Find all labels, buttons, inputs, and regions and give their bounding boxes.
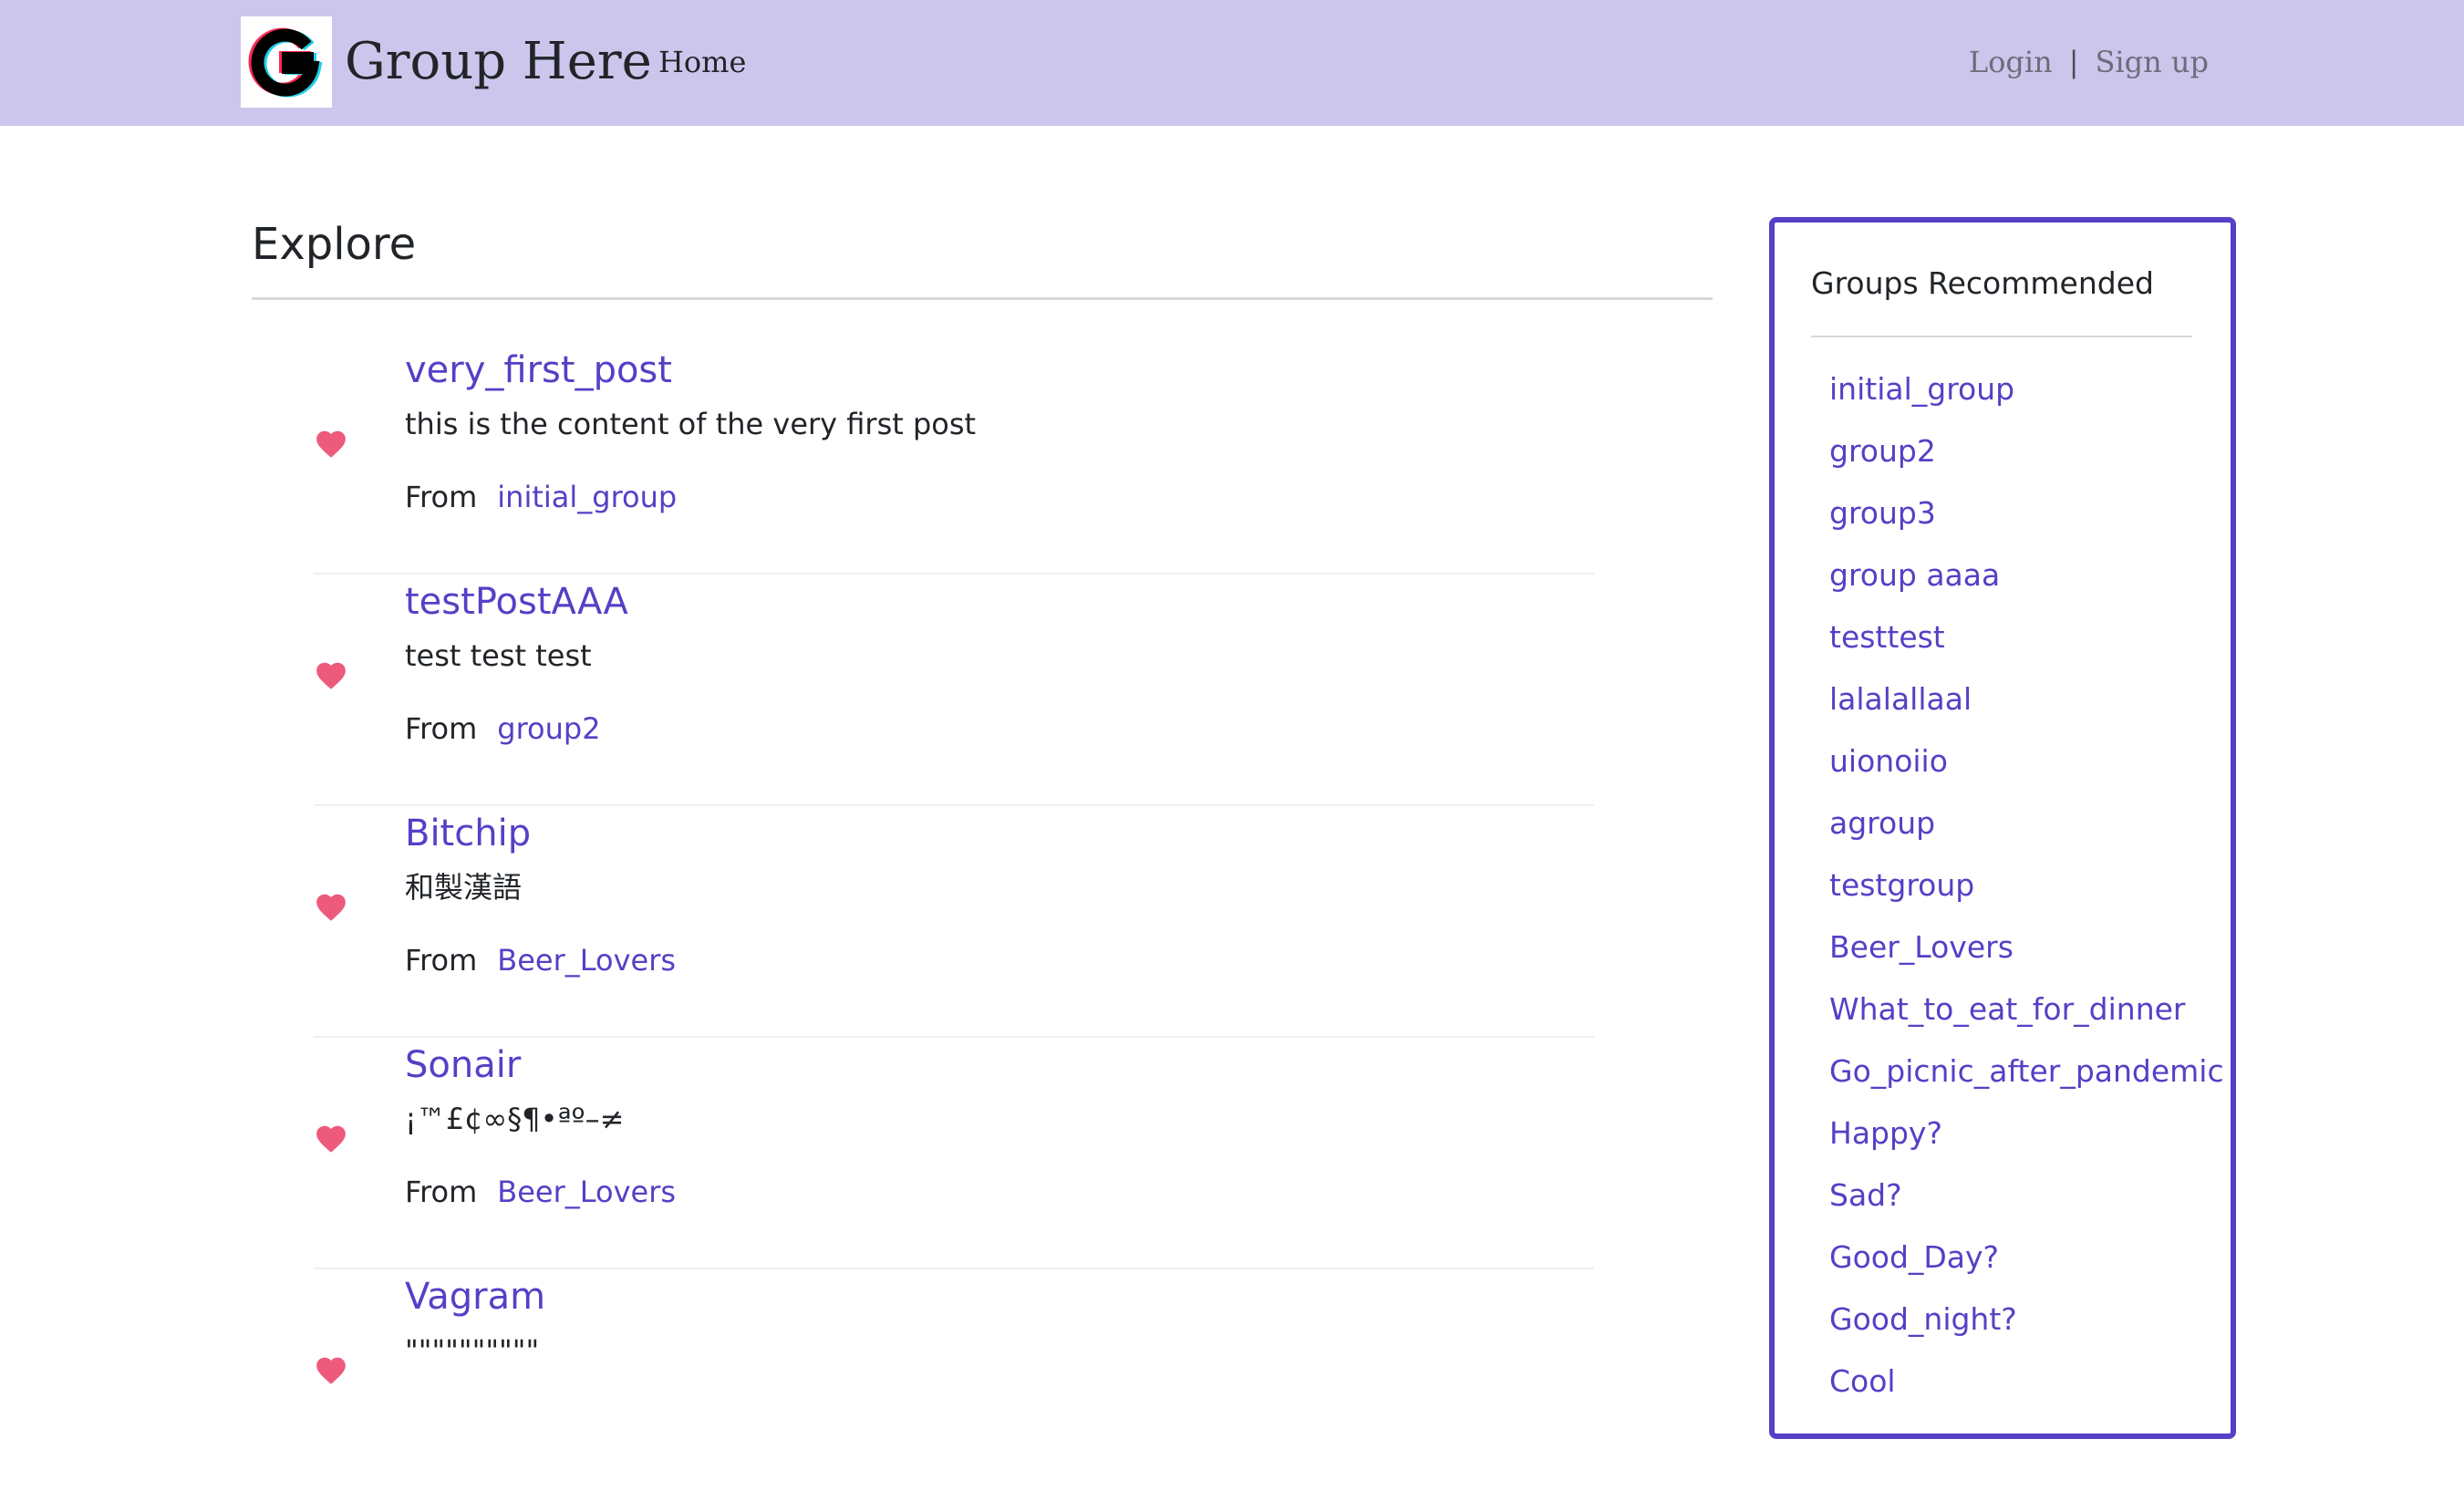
- group-link[interactable]: Happy?: [1829, 1115, 1942, 1151]
- post-content: test test test: [405, 638, 592, 673]
- post-content: ¡™£¢∞§¶•ªº–≠: [405, 1102, 625, 1136]
- auth-separator: |: [2068, 45, 2079, 79]
- post-item: very_first_post this is the content of t…: [314, 343, 1594, 575]
- sidebar-divider: [1811, 336, 2192, 337]
- group-link[interactable]: What_to_eat_for_dinner: [1829, 991, 2186, 1027]
- post-group-link[interactable]: Beer_Lovers: [497, 1175, 676, 1209]
- list-item: initial_group: [1829, 368, 2224, 430]
- list-item: Good_night?: [1829, 1299, 2224, 1361]
- group-link[interactable]: testtest: [1829, 619, 1945, 655]
- list-item: lalalallaal: [1829, 678, 2224, 740]
- post-item: Vagram """""""""": [314, 1269, 1594, 1501]
- group-link[interactable]: Cool: [1829, 1363, 1896, 1399]
- top-navbar: Group Here Home Login | Sign up: [0, 0, 2464, 126]
- list-item: testgroup: [1829, 864, 2224, 926]
- post-group-link[interactable]: group2: [497, 711, 600, 746]
- list-item: Sad?: [1829, 1175, 2224, 1237]
- groups-recommended-panel: Groups Recommended initial_group group2 …: [1769, 217, 2236, 1439]
- group-link[interactable]: lalalallaal: [1829, 681, 1972, 717]
- login-link[interactable]: Login: [1969, 42, 2053, 82]
- list-item: Cool: [1829, 1361, 2224, 1423]
- heart-icon[interactable]: [314, 658, 348, 693]
- page-title: Explore: [252, 219, 417, 270]
- group-link[interactable]: Go_picnic_after_pandemic: [1829, 1053, 2224, 1089]
- from-label: From: [405, 943, 478, 978]
- post-source: From group2: [405, 708, 601, 750]
- title-divider: [252, 297, 1713, 300]
- list-item: agroup: [1829, 802, 2224, 864]
- list-item: uionoiio: [1829, 740, 2224, 802]
- post-content: this is the content of the very first po…: [405, 407, 977, 441]
- post-item: Sonair ¡™£¢∞§¶•ªº–≠ From Beer_Lovers: [314, 1038, 1594, 1269]
- group-link[interactable]: group aaaa: [1829, 557, 2000, 593]
- from-label: From: [405, 1175, 478, 1209]
- post-content: """""""""": [405, 1333, 540, 1368]
- list-item: Beer_Lovers: [1829, 926, 2224, 989]
- post-item: testPostAAA test test test From group2: [314, 575, 1594, 806]
- recommended-group-list: initial_group group2 group3 group aaaa t…: [1829, 368, 2224, 1423]
- list-item: group2: [1829, 430, 2224, 492]
- post-title-link[interactable]: very_first_post: [405, 343, 672, 398]
- list-item: group aaaa: [1829, 554, 2224, 616]
- post-title-link[interactable]: Vagram: [405, 1269, 545, 1324]
- brand-name[interactable]: Group Here: [345, 27, 652, 97]
- post-source: From initial_group: [405, 476, 677, 518]
- heart-icon[interactable]: [314, 890, 348, 925]
- from-label: From: [405, 480, 478, 514]
- list-item: What_to_eat_for_dinner: [1829, 989, 2224, 1051]
- post-group-link[interactable]: initial_group: [497, 480, 677, 514]
- group-link[interactable]: Good_Day?: [1829, 1239, 1999, 1275]
- g-letter-logo-icon[interactable]: [241, 16, 332, 108]
- group-link[interactable]: agroup: [1829, 805, 1935, 841]
- post-title-link[interactable]: Bitchip: [405, 806, 531, 861]
- from-label: From: [405, 711, 478, 746]
- post-group-link[interactable]: Beer_Lovers: [497, 943, 676, 978]
- group-link[interactable]: Beer_Lovers: [1829, 929, 2014, 965]
- auth-links: Login | Sign up: [1961, 42, 2209, 82]
- heart-icon[interactable]: [314, 427, 348, 461]
- heart-icon[interactable]: [314, 1122, 348, 1156]
- group-link[interactable]: Sad?: [1829, 1177, 1902, 1213]
- nav-home-link[interactable]: Home: [658, 42, 746, 82]
- post-content: 和製漢語: [405, 870, 523, 905]
- signup-link[interactable]: Sign up: [2095, 42, 2209, 82]
- group-link[interactable]: group3: [1829, 495, 1936, 531]
- group-link[interactable]: group2: [1829, 433, 1936, 469]
- list-item: Good_Day?: [1829, 1237, 2224, 1299]
- sidebar-title: Groups Recommended: [1811, 265, 2154, 301]
- post-title-link[interactable]: testPostAAA: [405, 575, 628, 629]
- post-source: From Beer_Lovers: [405, 939, 676, 981]
- list-item: group3: [1829, 492, 2224, 554]
- heart-icon[interactable]: [314, 1353, 348, 1388]
- list-item: Happy?: [1829, 1113, 2224, 1175]
- list-item: Go_picnic_after_pandemic: [1829, 1051, 2224, 1113]
- post-title-link[interactable]: Sonair: [405, 1038, 521, 1092]
- group-link[interactable]: uionoiio: [1829, 743, 1948, 779]
- group-link[interactable]: testgroup: [1829, 867, 1974, 903]
- post-item: Bitchip 和製漢語 From Beer_Lovers: [314, 806, 1594, 1038]
- group-link[interactable]: Good_night?: [1829, 1301, 2017, 1337]
- post-source: From Beer_Lovers: [405, 1171, 676, 1213]
- group-link[interactable]: initial_group: [1829, 371, 2014, 407]
- list-item: testtest: [1829, 616, 2224, 678]
